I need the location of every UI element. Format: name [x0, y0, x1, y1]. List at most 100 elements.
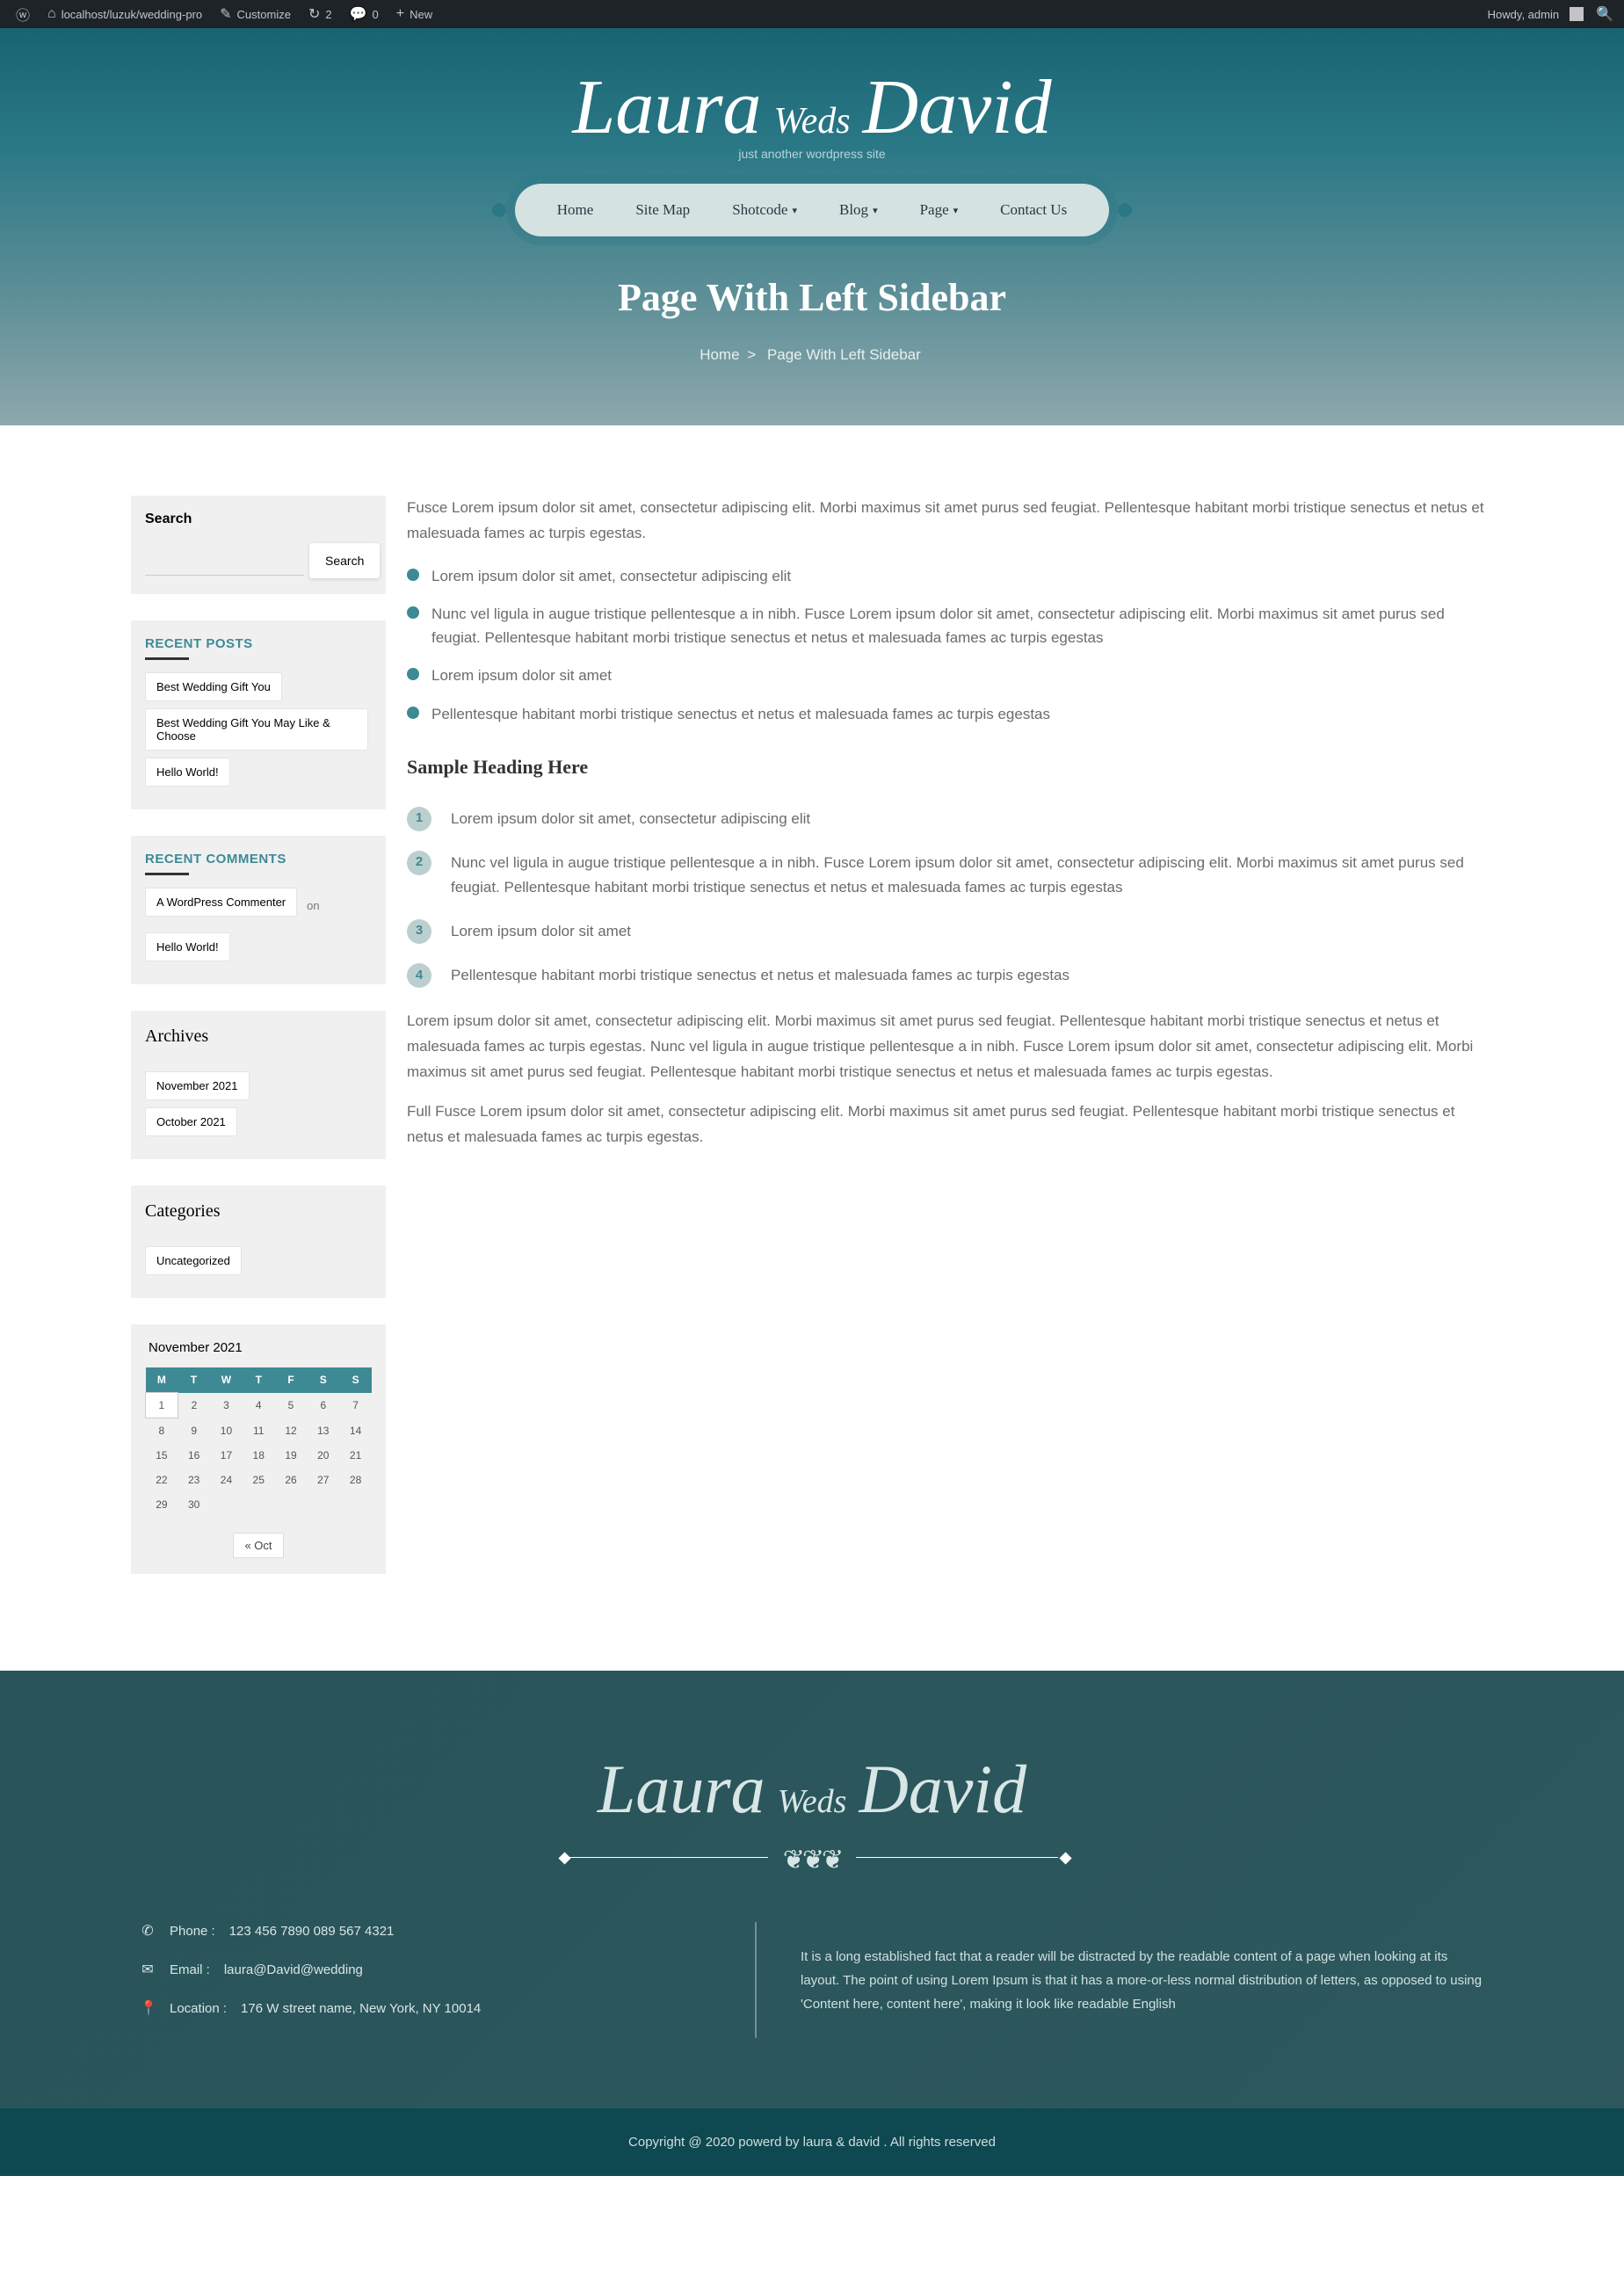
nav-blog[interactable]: Blog▾: [827, 192, 890, 228]
bullet-item: Lorem ipsum dolor sit amet, consectetur …: [407, 564, 1493, 588]
footer: Laura Weds David ❦❦❦ ✆ Phone : 123 456 7…: [0, 1671, 1624, 2176]
calendar-day[interactable]: 30: [178, 1492, 210, 1517]
breadcrumb-home[interactable]: Home: [700, 346, 739, 363]
admin-new[interactable]: +New: [388, 0, 441, 28]
category-link[interactable]: Uncategorized: [145, 1246, 242, 1275]
calendar-day[interactable]: 15: [146, 1443, 178, 1468]
calendar-day: [210, 1492, 243, 1517]
nav-site-map[interactable]: Site Map: [623, 192, 702, 228]
search-button[interactable]: Search: [309, 543, 380, 578]
calendar-day[interactable]: 14: [339, 1418, 372, 1444]
nav-home[interactable]: Home: [545, 192, 606, 228]
calendar-day[interactable]: 9: [178, 1418, 210, 1444]
calendar-day[interactable]: 7: [339, 1393, 372, 1418]
bullet-dot-icon: [407, 668, 419, 680]
admin-comments[interactable]: 💬0: [341, 0, 388, 28]
breadcrumb-sep: >: [747, 346, 756, 363]
calendar-day[interactable]: 13: [307, 1418, 339, 1444]
calendar-day[interactable]: 11: [243, 1418, 275, 1444]
chevron-down-icon: ▾: [953, 205, 959, 216]
calendar-day[interactable]: 22: [146, 1468, 178, 1492]
footer-location: 📍 Location : 176 W street name, New York…: [140, 1999, 702, 2017]
recent-posts-widget: RECENT POSTS Best Wedding Gift YouBest W…: [131, 620, 386, 809]
bullet-dot-icon: [407, 606, 419, 619]
brand-left: Laura: [572, 63, 761, 152]
calendar-day[interactable]: 21: [339, 1443, 372, 1468]
ordered-item: 3Lorem ipsum dolor sit amet: [407, 919, 1493, 944]
calendar-day[interactable]: 20: [307, 1443, 339, 1468]
archive-link[interactable]: November 2021: [145, 1071, 250, 1100]
calendar-day[interactable]: 1: [146, 1393, 178, 1418]
calendar-day[interactable]: 6: [307, 1393, 339, 1418]
footer-email: ✉ Email : laura@David@wedding: [140, 1961, 702, 1978]
comment-author[interactable]: A WordPress Commenter: [145, 888, 297, 917]
calendar-day[interactable]: 24: [210, 1468, 243, 1492]
admin-howdy[interactable]: Howdy, admin: [1479, 0, 1592, 28]
calendar-prev[interactable]: « Oct: [233, 1533, 283, 1558]
intro-para: Fusce Lorem ipsum dolor sit amet, consec…: [407, 496, 1493, 547]
envelope-icon: ✉: [140, 1961, 156, 1978]
calendar-day[interactable]: 8: [146, 1418, 178, 1444]
admin-search[interactable]: 🔍: [1592, 0, 1617, 28]
categories-widget: Categories Uncategorized: [131, 1186, 386, 1298]
comment-post[interactable]: Hello World!: [145, 932, 230, 961]
footer-contact: ✆ Phone : 123 456 7890 089 567 4321 ✉ Em…: [140, 1922, 702, 2038]
calendar-day[interactable]: 10: [210, 1418, 243, 1444]
admin-customize[interactable]: ✎Customize: [211, 0, 300, 28]
calendar-day[interactable]: 4: [243, 1393, 275, 1418]
calendar-day[interactable]: 19: [275, 1443, 308, 1468]
ordered-item: 1Lorem ipsum dolor sit amet, consectetur…: [407, 807, 1493, 831]
footer-brand: Laura Weds David: [0, 1750, 1624, 1829]
site-brand: Laura Weds David: [0, 63, 1624, 152]
calendar-caption: November 2021: [145, 1340, 372, 1367]
ordered-number: 3: [407, 919, 431, 944]
plus-icon: +: [396, 6, 404, 22]
recent-post-link[interactable]: Best Wedding Gift You: [145, 672, 282, 701]
calendar-day[interactable]: 26: [275, 1468, 308, 1492]
recent-post-link[interactable]: Hello World!: [145, 758, 230, 787]
calendar-day[interactable]: 18: [243, 1443, 275, 1468]
nav-page[interactable]: Page▾: [908, 192, 971, 228]
page-title: Page With Left Sidebar: [0, 275, 1624, 320]
para-2: Lorem ipsum dolor sit amet, consectetur …: [407, 1009, 1493, 1085]
home-icon: ⌂: [47, 6, 56, 22]
admin-revisions[interactable]: ↻2: [300, 0, 341, 28]
calendar-day[interactable]: 25: [243, 1468, 275, 1492]
calendar-day[interactable]: 23: [178, 1468, 210, 1492]
wp-admin-bar: ⓦ ⌂ localhost/luzuk/wedding-pro ✎Customiz…: [0, 0, 1624, 28]
calendar-day[interactable]: 29: [146, 1492, 178, 1517]
calendar-day[interactable]: 27: [307, 1468, 339, 1492]
recent-comment: A WordPress Commenteron: [145, 888, 372, 924]
calendar-widget: November 2021 MTWTFSS 123456789101112131…: [131, 1324, 386, 1574]
calendar-day[interactable]: 17: [210, 1443, 243, 1468]
calendar-day[interactable]: 12: [275, 1418, 308, 1444]
calendar-day: [275, 1492, 308, 1517]
archives-widget: Archives November 2021October 2021: [131, 1011, 386, 1159]
brush-icon: ✎: [220, 5, 231, 23]
refresh-icon: ↻: [308, 5, 320, 23]
calendar-day[interactable]: 3: [210, 1393, 243, 1418]
calendar-day[interactable]: 2: [178, 1393, 210, 1418]
admin-site-name: localhost/luzuk/wedding-pro: [62, 8, 202, 21]
recent-post-link[interactable]: Best Wedding Gift You May Like & Choose: [145, 708, 368, 751]
phone-icon: ✆: [140, 1922, 156, 1940]
avatar-icon: [1570, 7, 1584, 21]
ordered-item: 2Nunc vel ligula in augue tristique pell…: [407, 851, 1493, 900]
calendar-table: MTWTFSS 12345678910111213141516171819202…: [145, 1367, 372, 1517]
ordered-item: 4Pellentesque habitant morbi tristique s…: [407, 963, 1493, 988]
ordered-number: 1: [407, 807, 431, 831]
nav-shotcode[interactable]: Shotcode▾: [720, 192, 809, 228]
bullet-item: Lorem ipsum dolor sit amet: [407, 664, 1493, 687]
nav-contact-us[interactable]: Contact Us: [988, 192, 1079, 228]
calendar-day[interactable]: 5: [275, 1393, 308, 1418]
wp-logo[interactable]: ⓦ: [7, 0, 39, 28]
archive-link[interactable]: October 2021: [145, 1107, 237, 1136]
bullet-dot-icon: [407, 707, 419, 719]
calendar-day[interactable]: 28: [339, 1468, 372, 1492]
admin-site-link[interactable]: ⌂ localhost/luzuk/wedding-pro: [39, 0, 211, 28]
search-input[interactable]: [145, 546, 304, 576]
wordpress-icon: ⓦ: [16, 4, 30, 25]
main-nav: Home Site Map Shotcode▾ Blog▾ Page▾ Contact U…: [515, 184, 1109, 236]
recent-comments-title: RECENT COMMENTS: [145, 852, 372, 875]
calendar-day[interactable]: 16: [178, 1443, 210, 1468]
